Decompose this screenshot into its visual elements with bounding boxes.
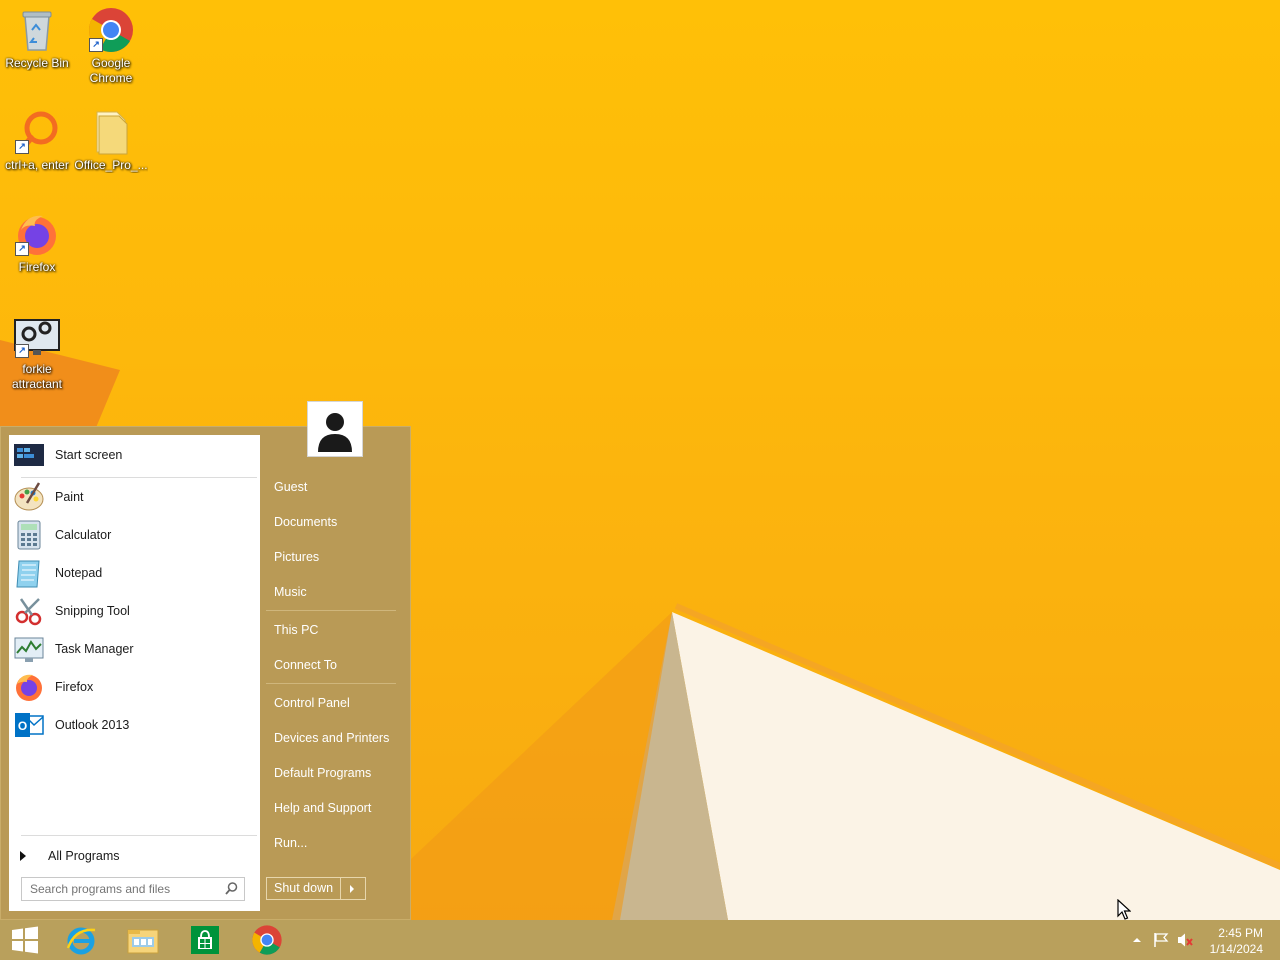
chrome-icon bbox=[252, 925, 282, 955]
program-label: Firefox bbox=[55, 680, 94, 694]
desktop-icon-label: Recycle Bin bbox=[5, 56, 69, 70]
right-column-separator bbox=[266, 683, 396, 684]
start-item-guest[interactable]: Guest bbox=[274, 480, 307, 494]
volume-button[interactable] bbox=[1174, 920, 1196, 960]
desktop-icon-label: forkie attractant bbox=[11, 362, 63, 391]
shortcut-arrow-icon: ↗ bbox=[89, 38, 103, 52]
program-label: Notepad bbox=[55, 566, 103, 580]
recycle-bin-icon bbox=[22, 11, 52, 51]
start-item-documents[interactable]: Documents bbox=[274, 515, 337, 529]
shortcut-arrow-icon: ↗ bbox=[15, 344, 29, 358]
file-explorer-icon bbox=[127, 929, 159, 954]
show-hidden-icons-button[interactable] bbox=[1128, 920, 1146, 960]
program-calculator[interactable]: Calculator bbox=[9, 517, 260, 553]
snipping-tool-icon bbox=[15, 598, 42, 626]
start-item-connect-to[interactable]: Connect To bbox=[274, 658, 337, 672]
desktop-icon-office-pro[interactable]: Office_Pro_... bbox=[74, 108, 148, 173]
start-item-run[interactable]: Run... bbox=[274, 836, 307, 850]
all-programs-label: All Programs bbox=[48, 849, 120, 863]
search-icon bbox=[222, 880, 240, 898]
action-center-flag-icon bbox=[1154, 933, 1169, 947]
taskbar-file-explorer[interactable] bbox=[118, 920, 168, 960]
taskbar-store[interactable] bbox=[180, 920, 230, 960]
user-silhouette-icon bbox=[312, 406, 358, 452]
program-paint[interactable]: Paint bbox=[9, 479, 260, 515]
start-menu: Start screen Paint Calculator Notepad Sn… bbox=[0, 426, 411, 920]
start-screen-icon bbox=[14, 444, 44, 466]
start-button-icon bbox=[12, 926, 38, 954]
shutdown-control: Shut down bbox=[266, 877, 367, 900]
program-label: Snipping Tool bbox=[55, 604, 130, 618]
internet-explorer-icon bbox=[66, 927, 96, 955]
desktop-icon-label: Office_Pro_... bbox=[74, 158, 148, 172]
paint-icon bbox=[14, 482, 44, 511]
desktop-icon-chrome[interactable]: ↗ Google Chrome bbox=[74, 6, 148, 86]
program-firefox[interactable]: Firefox bbox=[9, 669, 260, 705]
program-outlook-2013[interactable]: O Outlook 2013 bbox=[9, 707, 260, 743]
mouse-cursor-icon bbox=[1117, 899, 1131, 920]
start-item-pictures[interactable]: Pictures bbox=[274, 550, 319, 564]
desktop-icon-forkie-attractant[interactable]: ↗ forkie attractant bbox=[0, 312, 74, 392]
expand-arrow-icon bbox=[20, 851, 26, 861]
program-snipping-tool[interactable]: Snipping Tool bbox=[9, 593, 260, 629]
start-item-control-panel[interactable]: Control Panel bbox=[274, 696, 350, 710]
shortcut-arrow-icon: ↗ bbox=[15, 242, 29, 256]
taskbar: 2:45 PM 1/14/2024 bbox=[0, 920, 1280, 960]
start-item-help-support[interactable]: Help and Support bbox=[274, 801, 371, 815]
desktop-icon-ctrl-a-enter[interactable]: ↗ ctrl+a, enter bbox=[0, 108, 74, 173]
svg-text:O: O bbox=[18, 719, 27, 733]
shutdown-options-arrow-icon[interactable] bbox=[341, 878, 365, 899]
program-task-manager[interactable]: Task Manager bbox=[9, 631, 260, 667]
program-label: Paint bbox=[55, 490, 84, 504]
calculator-icon bbox=[17, 520, 41, 550]
show-hidden-icons-icon bbox=[1133, 938, 1141, 942]
folder-icon bbox=[96, 111, 128, 155]
program-label: Calculator bbox=[55, 528, 112, 542]
taskbar-chrome[interactable] bbox=[242, 920, 292, 960]
taskbar-internet-explorer[interactable] bbox=[56, 920, 106, 960]
start-menu-programs-pane: Start screen Paint Calculator Notepad Sn… bbox=[9, 435, 260, 911]
taskbar-clock[interactable]: 2:45 PM 1/14/2024 bbox=[1210, 925, 1263, 957]
search-programs-input[interactable] bbox=[22, 881, 222, 897]
desktop-icon-label: Firefox bbox=[18, 260, 56, 274]
right-column-separator bbox=[266, 610, 396, 611]
desktop-icon-label: ctrl+a, enter bbox=[5, 158, 69, 172]
clock-date: 1/14/2024 bbox=[1209, 942, 1263, 956]
start-item-devices-printers[interactable]: Devices and Printers bbox=[274, 731, 389, 745]
program-notepad[interactable]: Notepad bbox=[9, 555, 260, 591]
speaker-muted-icon bbox=[1178, 933, 1193, 947]
desktop-icon-label: Google Chrome bbox=[89, 56, 133, 85]
shutdown-button[interactable]: Shut down bbox=[267, 878, 342, 899]
desktop-icon-recycle-bin[interactable]: Recycle Bin bbox=[0, 6, 74, 71]
action-center-button[interactable] bbox=[1150, 920, 1172, 960]
program-label: Task Manager bbox=[55, 642, 134, 656]
programs-separator bbox=[21, 477, 257, 478]
start-item-this-pc[interactable]: This PC bbox=[274, 623, 318, 637]
store-icon bbox=[191, 926, 219, 954]
all-programs-separator bbox=[21, 835, 257, 836]
task-manager-icon bbox=[14, 637, 44, 662]
start-item-default-programs[interactable]: Default Programs bbox=[274, 766, 371, 780]
search-programs-box[interactable] bbox=[21, 877, 245, 901]
user-avatar[interactable] bbox=[307, 401, 363, 457]
clock-time: 2:45 PM bbox=[1218, 926, 1263, 940]
program-start-screen[interactable]: Start screen bbox=[9, 437, 260, 473]
program-label: Start screen bbox=[55, 448, 123, 462]
desktop-icon-firefox[interactable]: ↗ Firefox bbox=[0, 210, 74, 275]
start-item-music[interactable]: Music bbox=[274, 585, 307, 599]
outlook-icon: O bbox=[15, 713, 44, 737]
program-label: Outlook 2013 bbox=[55, 718, 130, 732]
all-programs-button[interactable]: All Programs bbox=[9, 841, 260, 871]
notepad-icon bbox=[16, 560, 40, 588]
shortcut-arrow-icon: ↗ bbox=[15, 140, 29, 154]
start-button[interactable] bbox=[0, 920, 50, 960]
firefox-icon bbox=[16, 674, 42, 701]
